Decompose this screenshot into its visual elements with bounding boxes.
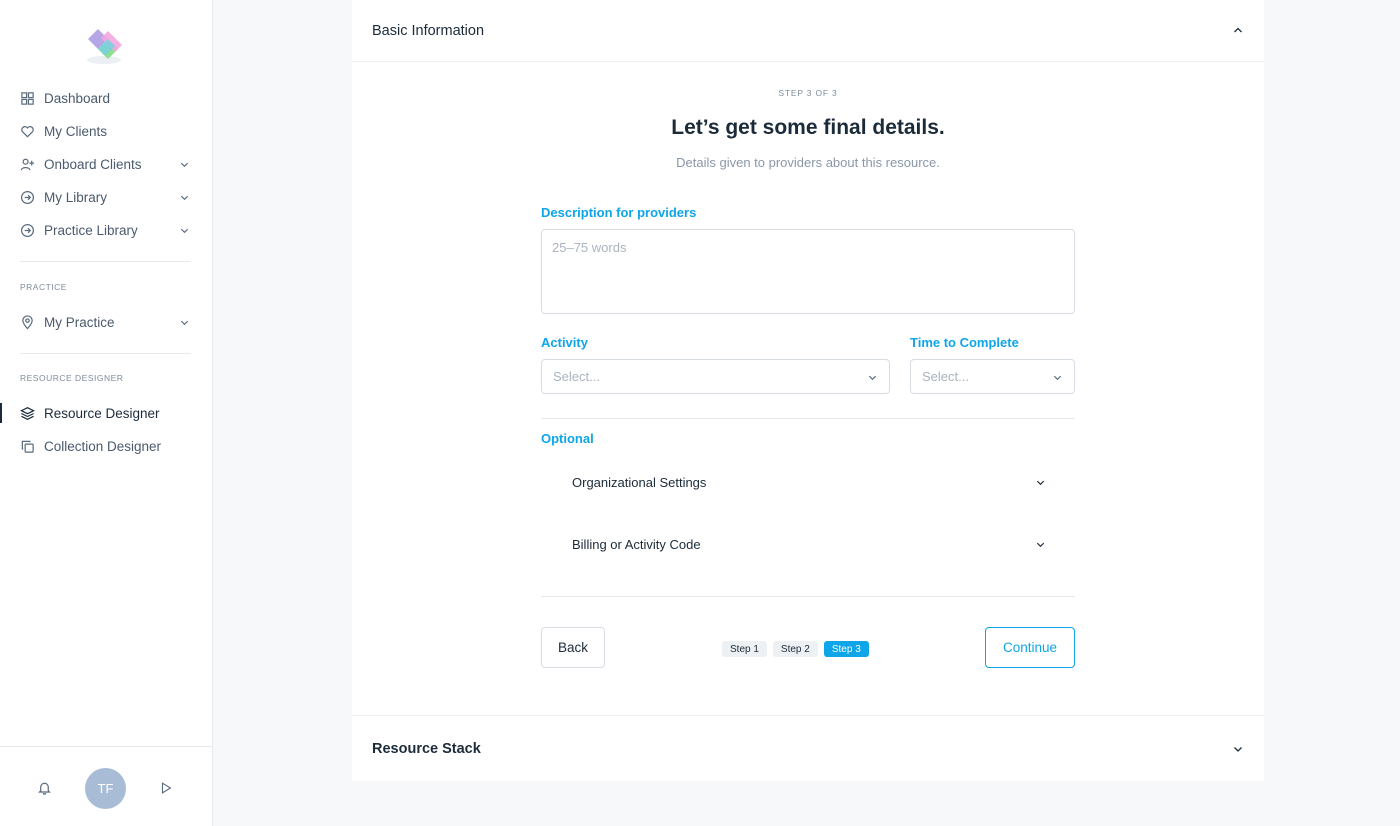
resource-stack-header[interactable]: Resource Stack [352,715,1264,781]
basic-information-header[interactable]: Basic Information [352,0,1264,62]
description-textarea[interactable] [541,229,1075,314]
arrow-circle-icon [20,223,35,238]
sidebar-item-label: Onboard Clients [44,157,142,172]
section-title: Basic Information [372,22,485,39]
chevron-down-icon [868,375,877,381]
section-label-practice: PRACTICE [20,282,67,292]
play-icon[interactable] [159,781,173,795]
sidebar-item-resource-designer[interactable]: Resource Designer [0,397,212,430]
app-logo[interactable] [84,26,126,66]
chevron-down-icon[interactable] [179,192,190,203]
chevron-down-icon[interactable] [1035,539,1046,550]
layers-icon [20,406,35,421]
chevron-down-icon[interactable] [179,225,190,236]
step-subtitle: Details given to providers about this re… [676,155,940,170]
chevron-up-icon[interactable] [1232,24,1244,36]
billing-activity-code-row[interactable]: Billing or Activity Code [572,529,1046,559]
user-plus-icon [20,157,35,172]
sidebar: Dashboard My Clients Onboard Clients My … [0,0,213,826]
activity-select-placeholder: Select... [553,369,600,384]
sidebar-item-my-library[interactable]: My Library [0,181,212,214]
step-pill-1[interactable]: Step 1 [722,641,767,657]
accordion-label: Organizational Settings [572,474,707,490]
sidebar-item-label: My Library [44,190,108,205]
chevron-down-icon[interactable] [1035,477,1046,488]
activity-label: Activity [541,335,588,350]
sidebar-item-label: Collection Designer [44,439,162,454]
sidebar-item-dashboard[interactable]: Dashboard [0,82,212,115]
divider [541,596,1075,597]
chevron-down-icon[interactable] [1232,743,1244,755]
step-pills: Step 1 Step 2 Step 3 [722,641,869,657]
step-title: Let’s get some final details. [671,116,945,139]
grid-icon [20,91,35,106]
arrow-circle-icon [20,190,35,205]
map-pin-icon [20,315,35,330]
time-to-complete-label: Time to Complete [910,335,1019,350]
basic-information-card: Basic Information STEP 3 OF 3 Let’s get … [352,0,1264,715]
sidebar-item-onboard-clients[interactable]: Onboard Clients [0,148,212,181]
sidebar-item-label: Resource Designer [44,406,160,421]
divider [541,418,1075,419]
sidebar-item-collection-designer[interactable]: Collection Designer [0,430,212,463]
heart-icon [20,124,35,139]
section-title: Resource Stack [372,740,481,757]
sidebar-item-label: My Practice [44,315,115,330]
sidebar-item-label: Practice Library [44,223,138,238]
sidebar-item-my-clients[interactable]: My Clients [0,115,212,148]
chevron-down-icon [1053,375,1062,381]
copy-icon [20,439,35,454]
section-label-resource-designer: RESOURCE DESIGNER [20,373,124,383]
organizational-settings-row[interactable]: Organizational Settings [572,467,1046,497]
sidebar-item-practice-library[interactable]: Practice Library [0,214,212,247]
step-indicator-text: STEP 3 OF 3 [778,88,838,98]
continue-button[interactable]: Continue [985,627,1075,668]
time-select-placeholder: Select... [922,369,969,384]
back-button[interactable]: Back [541,627,605,668]
sidebar-item-label: Dashboard [44,91,111,106]
activity-select[interactable]: Select... [541,359,890,394]
chevron-down-icon[interactable] [179,159,190,170]
time-to-complete-select[interactable]: Select... [910,359,1075,394]
sidebar-footer: TF [0,746,212,826]
sidebar-item-my-practice[interactable]: My Practice [0,306,212,339]
bell-icon[interactable] [37,780,52,795]
sidebar-item-label: My Clients [44,124,108,139]
sidebar-nav: Dashboard My Clients Onboard Clients My … [0,82,212,463]
description-label: Description for providers [541,205,697,220]
chevron-down-icon[interactable] [179,317,190,328]
optional-label: Optional [541,431,594,446]
accordion-label: Billing or Activity Code [572,536,701,552]
step-pill-3[interactable]: Step 3 [823,641,869,657]
step-pill-2[interactable]: Step 2 [772,641,818,657]
avatar[interactable]: TF [85,768,126,809]
